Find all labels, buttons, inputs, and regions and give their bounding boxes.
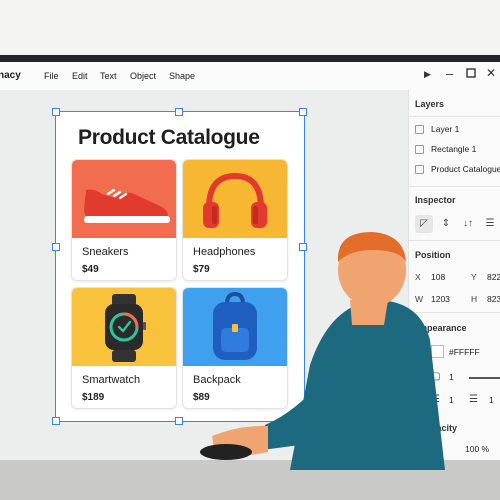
w-label: W xyxy=(415,294,424,304)
product-card-backpack[interactable]: Backpack $89 xyxy=(182,287,288,409)
smartwatch-icon xyxy=(105,294,146,362)
inspector-heading: Inspector xyxy=(415,195,456,205)
resize-handle-top-right[interactable] xyxy=(299,108,307,116)
fill-field[interactable]: #FFFFF xyxy=(449,347,480,357)
catalogue-artboard[interactable]: Product Catalogue Sneakers $49 Headphone… xyxy=(55,111,305,422)
background-wall xyxy=(0,0,500,56)
menu-file[interactable]: File xyxy=(44,71,59,81)
app-name: nacy xyxy=(0,70,21,81)
menu-object[interactable]: Object xyxy=(130,71,156,81)
product-price: $79 xyxy=(193,264,210,275)
menu-shape[interactable]: Shape xyxy=(169,71,195,81)
maximize-icon[interactable] xyxy=(466,68,476,81)
opacity-field[interactable]: 100 % xyxy=(465,444,489,454)
x-field[interactable]: 108 xyxy=(431,272,445,282)
menu-text[interactable]: Text xyxy=(100,71,117,81)
stroke-width-field[interactable]: 1 xyxy=(449,395,454,405)
product-name: Sneakers xyxy=(82,246,129,258)
product-card-headphones[interactable]: Headphones $79 xyxy=(182,159,288,281)
sneaker-icon xyxy=(84,188,170,223)
monitor-bezel xyxy=(0,55,500,62)
minimize-icon[interactable]: – xyxy=(446,66,453,81)
fill-swatch[interactable] xyxy=(431,345,444,358)
layers-heading: Layers xyxy=(415,99,445,109)
product-image xyxy=(72,288,176,366)
stroke-style-icon: ☰ xyxy=(469,394,478,405)
product-price: $49 xyxy=(82,264,99,275)
product-name: Headphones xyxy=(193,246,256,258)
h-field[interactable]: 823 xyxy=(487,294,500,304)
desk-surface xyxy=(0,460,500,500)
y-label: Y xyxy=(471,272,477,282)
layer-label: Rectangle 1 xyxy=(431,144,477,154)
product-image xyxy=(183,160,287,238)
layer-label: Layer 1 xyxy=(431,124,460,134)
align-vertical-center-icon[interactable]: ⇕ xyxy=(437,215,455,233)
position-heading: Position xyxy=(415,250,451,260)
product-card-smartwatch[interactable]: Smartwatch $189 xyxy=(71,287,177,409)
resize-handle-bottom-right[interactable] xyxy=(299,417,307,425)
product-image xyxy=(72,160,176,238)
divider xyxy=(409,186,500,187)
corner-radius-icon: ▢ xyxy=(431,371,441,382)
layer-checkbox[interactable] xyxy=(415,165,424,175)
product-image xyxy=(183,288,287,366)
divider xyxy=(409,240,500,241)
radius-field[interactable]: 1 xyxy=(449,372,454,382)
resize-handle-right[interactable] xyxy=(299,243,307,251)
opacity-icon: ✕ xyxy=(433,443,441,453)
w-field[interactable]: 1203 xyxy=(431,294,450,304)
layer-checkbox[interactable] xyxy=(415,145,424,155)
product-name: Smartwatch xyxy=(82,374,141,386)
resize-handle-top-left[interactable] xyxy=(52,108,60,116)
h-label: H xyxy=(471,294,478,304)
divider xyxy=(409,312,500,313)
headphones-icon xyxy=(203,172,267,228)
artboard-title[interactable]: Product Catalogue xyxy=(78,126,260,150)
alignment-toolbar: ◸ ⇕ ↓↑ ☰ xyxy=(413,213,500,235)
resize-handle-left[interactable] xyxy=(52,243,60,251)
layer-item[interactable]: Layer 1 xyxy=(415,124,459,138)
stroke-slider[interactable] xyxy=(469,377,500,379)
align-top-left-icon[interactable]: ◸ xyxy=(415,215,433,233)
layer-label: Product Catalogue xyxy=(431,164,500,174)
properties-panel: Layers Layer 1 Rectangle 1 Product Catal… xyxy=(408,90,500,460)
product-price: $89 xyxy=(193,392,210,403)
opacity-heading: pacity xyxy=(431,423,458,433)
resize-handle-top[interactable] xyxy=(175,108,183,116)
distribute-icon[interactable]: ↓↑ xyxy=(459,215,477,233)
appearance-heading: Appearance xyxy=(415,323,467,333)
y-field[interactable]: 822 xyxy=(487,272,500,282)
x-label: X xyxy=(415,272,421,282)
backpack-icon xyxy=(213,291,257,360)
product-name: Backpack xyxy=(193,374,241,386)
stroke-width-icon: ☰ xyxy=(431,394,440,405)
list-align-icon[interactable]: ☰ xyxy=(481,215,499,233)
play-icon[interactable]: ▶ xyxy=(424,69,431,80)
product-card-sneakers[interactable]: Sneakers $49 xyxy=(71,159,177,281)
divider xyxy=(409,116,500,117)
product-price: $189 xyxy=(82,392,105,403)
resize-handle-bottom-left[interactable] xyxy=(52,417,60,425)
layer-item[interactable]: Product Catalogue xyxy=(415,164,500,178)
close-icon[interactable]: ✕ xyxy=(486,66,496,80)
resize-handle-bottom[interactable] xyxy=(175,417,183,425)
layer-item[interactable]: Rectangle 1 xyxy=(415,144,476,158)
menu-bar: nacy File Edit Text Object Shape ▶ – ✕ xyxy=(0,62,500,91)
layer-checkbox[interactable] xyxy=(415,125,424,135)
menu-edit[interactable]: Edit xyxy=(72,71,88,81)
stroke-style-field[interactable]: 1 xyxy=(489,395,494,405)
